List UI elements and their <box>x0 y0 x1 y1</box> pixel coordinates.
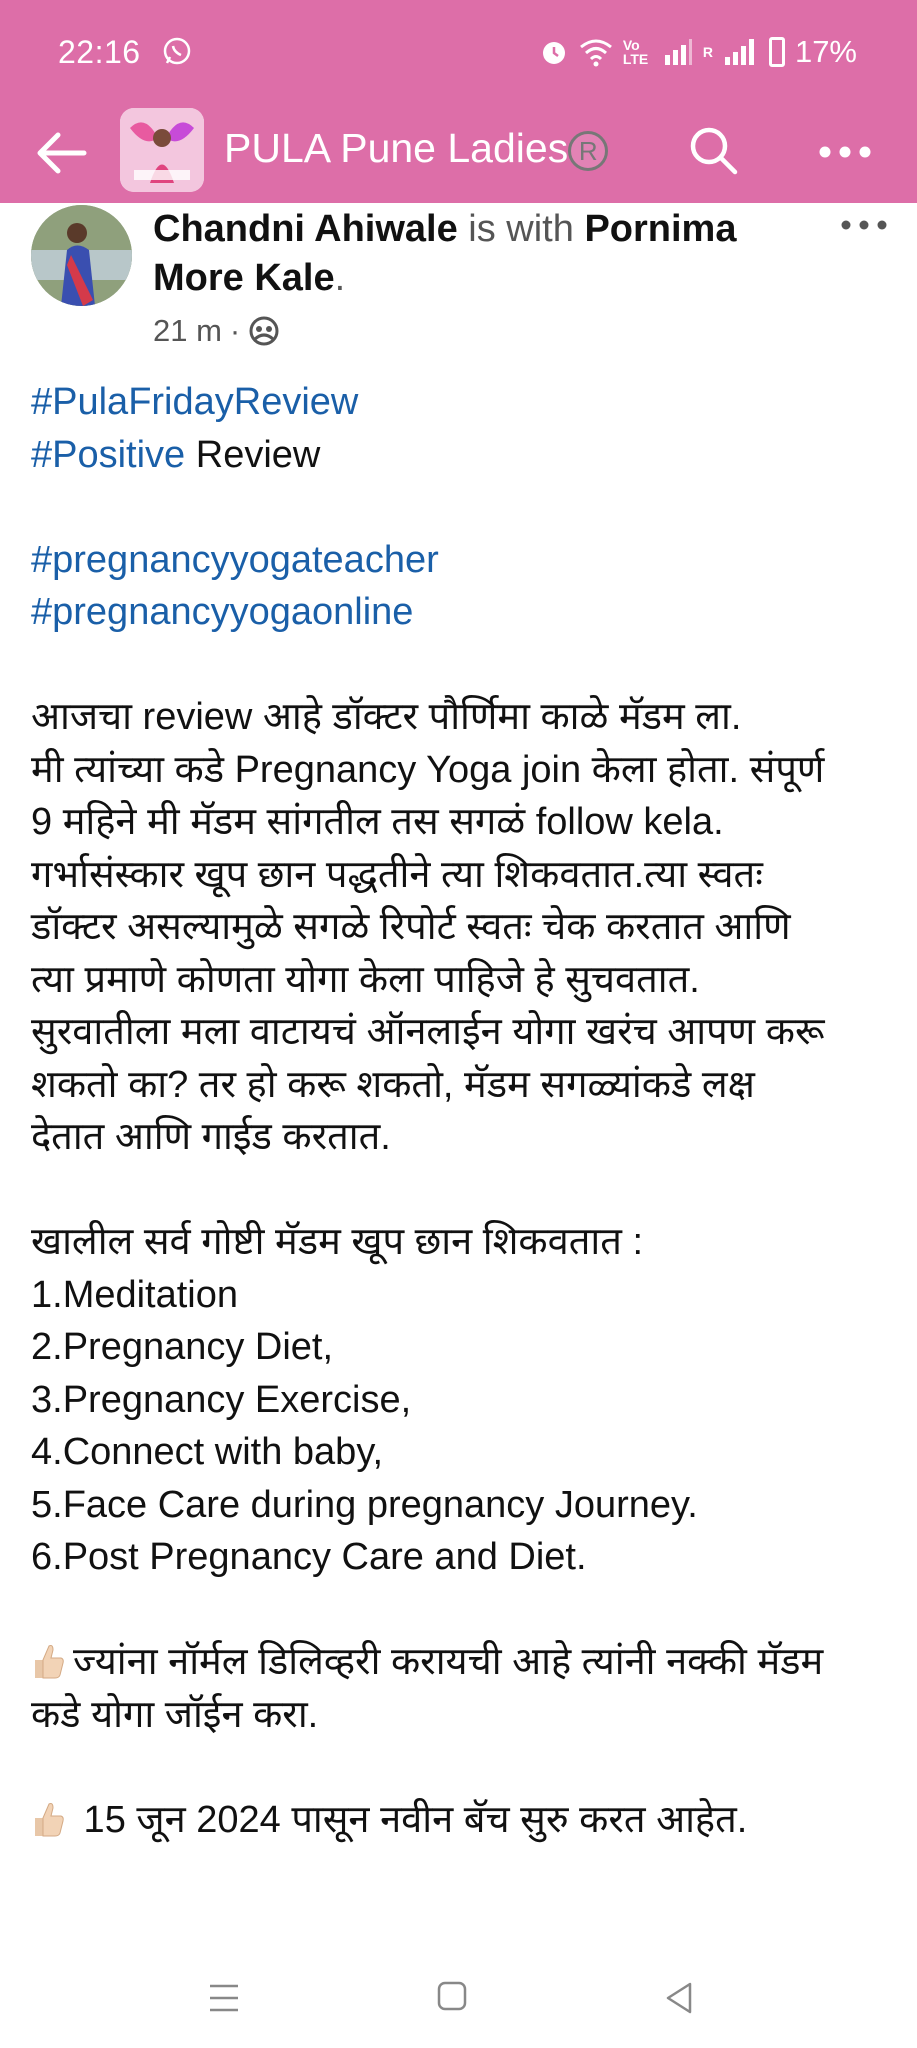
post-meta: 21 m · <box>153 313 280 349</box>
post-text-line: 15 जून 2024 पासून नवीन बॅच सुरु करत आहेत… <box>73 1798 748 1841</box>
author-name[interactable]: Chandni Ahiwale <box>153 208 458 250</box>
list-intro: खालील सर्व गोष्टी मॅडम खूप छान शिकवतात : <box>31 1221 644 1263</box>
thumbs-up-icon <box>35 1802 64 1836</box>
more-icon[interactable] <box>815 127 875 177</box>
list-item: 2.Pregnancy Diet, <box>31 1326 334 1368</box>
back-arrow-icon[interactable] <box>32 123 92 183</box>
group-title[interactable]: PULA Pune Ladies R <box>224 125 609 172</box>
hashtag-link[interactable]: #pregnancyyogaonline <box>31 591 413 633</box>
roaming-label: R <box>702 44 713 60</box>
list-item: 5.Face Care during pregnancy Journey. <box>31 1483 698 1526</box>
post-body: #PulaFridayReview #Positive Review #preg… <box>31 376 891 1846</box>
signal-icon <box>724 39 754 65</box>
volte-label: Vo LTE <box>622 37 649 67</box>
group-logo-image <box>120 108 204 192</box>
tagged-suffix: . <box>334 257 346 299</box>
author-avatar[interactable] <box>31 205 132 306</box>
hashtag-link[interactable]: #Positive <box>31 434 185 476</box>
post-text-line: सुरवातीला मला वाटायचं ऑनलाईन योगा खरंच आ… <box>31 1011 825 1053</box>
status-time: 22:16 <box>58 34 141 70</box>
post-text-line: कडे योगा जॉईन करा. <box>31 1693 319 1736</box>
post-text-line: डॉक्टर असल्यामुळे सगळे रिपोर्ट स्वतः चेक… <box>31 906 791 948</box>
list-item: 6.Post Pregnancy Care and Diet. <box>31 1536 587 1578</box>
post-text: Review <box>185 433 321 476</box>
post-text-line: ज्यांना नॉर्मल डिलिव्हरी करायची आहे त्या… <box>73 1641 824 1683</box>
wifi-icon <box>579 39 612 67</box>
post-author-line: Chandni Ahiwale is with Pornima More Kal… <box>153 205 813 303</box>
list-item: 1.Meditation <box>31 1273 239 1316</box>
status-bar: 22:16 Vo LTE R 17% <box>0 0 917 105</box>
menu-icon[interactable] <box>207 1978 241 2018</box>
system-nav-bar <box>0 1948 917 2048</box>
group-header: PULA Pune Ladies R <box>0 105 917 203</box>
alarm-icon <box>542 42 565 64</box>
registered-mark: R <box>568 131 609 172</box>
list-item: 3.Pregnancy Exercise, <box>31 1378 412 1421</box>
meta-separator: · <box>229 313 241 348</box>
with-text: is with <box>457 208 585 250</box>
whatsapp-icon <box>163 37 191 65</box>
author-photo <box>31 205 132 306</box>
post-text-line: त्या प्रमाणे कोणता योगा केला पाहिजे हे स… <box>31 958 700 1001</box>
status-icons: Vo LTE R 17% <box>539 34 857 70</box>
group-avatar[interactable] <box>120 108 204 192</box>
post-text-line: 9 महिने मी मॅडम सांगतील तस सगळं follow k… <box>31 801 724 843</box>
post-text-line: मी त्यांच्या कडे Pregnancy Yoga join केल… <box>31 748 825 791</box>
battery-icon <box>768 37 785 67</box>
hashtag-link[interactable]: #pregnancyyogateacher <box>31 539 439 581</box>
search-icon[interactable] <box>685 122 741 178</box>
post-text-line: गर्भासंस्कार खूप छान पद्धतीने त्या शिकवत… <box>31 853 763 896</box>
post-text-line: शकतो का? तर हो करू शकतो, मॅडम सगळ्यांकडे… <box>31 1063 755 1106</box>
post-text-line: देतात आणि गाईड करतात. <box>31 1116 391 1158</box>
nav-back-icon[interactable] <box>662 1978 696 2018</box>
signal-icon <box>664 39 692 65</box>
thumbs-up-icon <box>35 1645 64 1679</box>
members-audience-icon <box>249 316 279 346</box>
hashtag-link[interactable]: #PulaFridayReview <box>31 381 358 423</box>
post-time: 21 m <box>153 313 222 348</box>
post-text-line: आजचा review आहे डॉक्टर पौर्णिमा काळे मॅड… <box>31 696 742 738</box>
post-options-icon[interactable] <box>838 210 890 240</box>
list-item: 4.Connect with baby, <box>31 1431 384 1473</box>
battery-percent: 17% <box>794 34 857 69</box>
home-icon[interactable] <box>436 1980 468 2012</box>
